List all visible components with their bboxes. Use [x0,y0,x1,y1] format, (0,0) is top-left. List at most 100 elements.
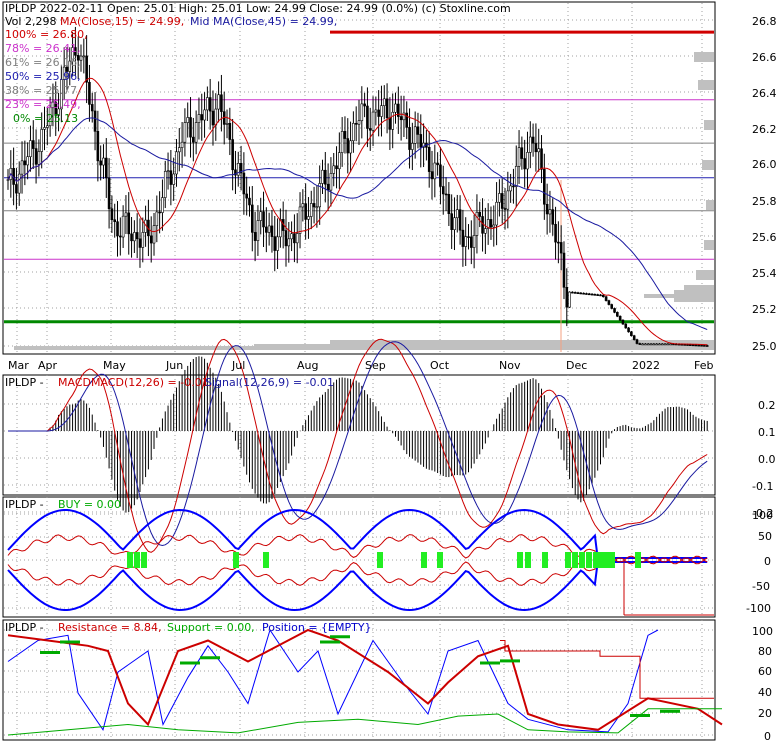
candle-body [290,233,293,240]
macd-ytick-0: 0.2 [758,399,776,412]
candle-body [220,94,223,112]
buy-signal-marker-14 [586,552,592,568]
candle-body [124,212,128,217]
volume-label: Vol 2,298 [5,15,56,28]
candle-body [703,345,706,347]
candle-body [512,185,515,188]
xtick-nov: Nov [499,359,521,372]
candle-body [270,225,274,237]
candle-body [380,105,383,117]
candle-body [141,232,145,248]
stock-chart-stage: IPLDP 2022-02-11 Open: 25.01 High: 25.01… [0,0,778,746]
candle-body [388,117,392,130]
fib-label-0: 0% = 25.13 [13,112,78,125]
candle-body [399,116,403,121]
price-ytick-0: 26.8 [752,15,777,28]
candle-body [534,142,538,153]
rsp-ytick-2: 60 [758,665,772,678]
candle-body [298,206,302,234]
support-step-7 [500,659,520,663]
candle-body [613,308,616,313]
candle-body [371,111,375,131]
candle-body [99,160,102,166]
candle-body [211,110,215,126]
volume-profile-tick-5 [704,240,714,250]
candle-body [116,221,119,237]
candle-body [374,109,378,113]
rsp-ytick-0: 100 [752,625,773,638]
candle-body [506,190,510,210]
resistance-step-line [500,640,714,699]
candle-body [349,140,352,154]
candle-body [467,236,470,238]
candle-body [214,108,218,126]
candle-body [363,103,366,107]
candle-body [565,287,569,308]
candle-body [189,117,192,138]
candle-body [329,173,333,191]
candle-body [551,209,555,225]
candle-body [166,170,170,173]
candle-body [172,173,175,185]
volume-profile-bar-2 [674,298,714,302]
xtick-dec: Dec [566,359,587,372]
buy-signal-marker-1 [134,552,140,568]
candle-body [31,140,35,149]
candle-body [46,125,49,128]
xtick-may: May [103,359,126,372]
candle-body [332,165,336,174]
candle-body [663,343,667,346]
candle-body [495,201,498,226]
rsp-plot [7,628,723,736]
candle-body [192,136,195,143]
candle-body [127,212,131,235]
ma-mid-line [7,117,708,331]
candle-body [93,110,97,132]
candle-body [326,183,330,191]
macd-ytick-3: -0.1 [752,480,773,493]
candle-body [96,131,100,162]
candle-body [225,123,229,125]
rsp-label-support: Support = 0.00, [167,621,255,634]
candle-body [610,304,614,309]
candle-body [152,225,156,244]
position-line [7,628,659,733]
candle-body [161,197,164,213]
candle-body [646,343,650,346]
candle-body [315,206,319,209]
candle-body [200,114,204,121]
candle-body [436,162,439,166]
candle-body [691,344,695,347]
support-step-5 [330,635,350,639]
macd-label-signal: Signal(12,26,9) = -0.01 [205,376,334,389]
candle-body [700,344,703,347]
resistance-line [7,628,723,731]
candle-body [641,343,644,346]
candle-body [607,300,611,305]
candle-body [705,345,709,347]
candle-body [453,217,456,230]
candle-body [649,343,653,346]
candle-body [15,184,18,194]
candle-body [259,211,263,221]
candle-body [340,131,344,153]
candle-body [630,331,633,337]
xtick-sep: Sep [365,359,386,372]
candle-body [248,197,251,206]
candle-body [587,293,591,296]
candle-body [464,236,468,247]
candle-body [492,224,496,228]
candle-body [113,219,117,223]
candle-body [697,344,701,347]
candle-body [391,111,394,130]
buy-signal-marker-2 [141,552,147,568]
candle-body [385,98,389,119]
candle-body [537,148,541,153]
candle-body [531,136,535,144]
candle-body [658,343,661,346]
candle-body [557,241,560,244]
candle-body [183,122,187,143]
candle-body [34,148,38,165]
macd-ytick-2: 0.0 [758,453,776,466]
candle-body [217,94,220,110]
